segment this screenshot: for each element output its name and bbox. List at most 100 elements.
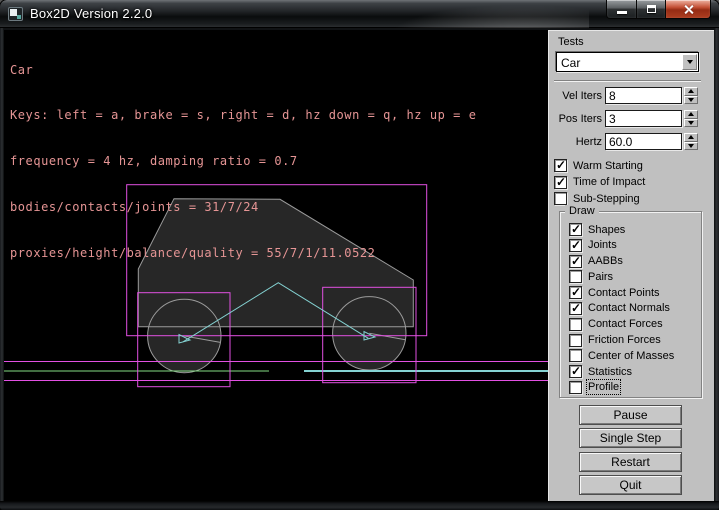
checkbox-pairs[interactable]: ✓ Pairs [569,270,674,283]
maximize-icon [647,5,656,13]
tests-dropdown-value: Car [561,56,580,70]
tests-dropdown[interactable]: Car [556,52,699,72]
checkbox-label: Joints [588,239,617,251]
check-mark-icon: ✓ [556,175,566,189]
checkbox-box[interactable]: ✓ [569,318,582,331]
pos-iters-input[interactable]: 3 [605,110,682,127]
checkbox-box[interactable]: ✓ [569,255,582,268]
pos-iters-up-button[interactable] [684,110,698,119]
draw-group-title: Draw [565,205,599,217]
app-window: Box2D Version 2.2.0 [0,0,719,510]
checkbox-label: Shapes [588,224,625,236]
stat-line-frequency: frequency = 4 hz, damping ratio = 0.7 [10,154,476,169]
hertz-label: Hertz [549,136,605,148]
debug-stats-text: Car Keys: left = a, brake = s, right = d… [10,32,476,292]
title-bar[interactable]: Box2D Version 2.2.0 [0,0,719,28]
hertz-row: Hertz 60.0 [549,133,698,150]
action-buttons: Pause Single Step Restart Quit [579,405,682,499]
checkbox-box[interactable]: ✓ [569,270,582,283]
checkbox-aabbs[interactable]: ✓ AABBs [569,255,674,268]
chevron-down-icon [687,60,693,64]
caption-buttons [606,0,711,19]
vel-iters-down-button[interactable] [684,96,698,105]
window-border-bottom [0,501,719,510]
checkbox-contact-normals[interactable]: ✓ Contact Normals [569,302,674,315]
stat-line-title: Car [10,63,476,78]
checkbox-statistics[interactable]: ✓ Statistics [569,365,674,378]
checkbox-box[interactable]: ✓ [569,349,582,362]
checkbox-box[interactable]: ✓ [554,176,567,189]
checkbox-label: Statistics [588,366,632,378]
checkbox-label: Sub-Stepping [573,193,640,205]
minimize-button[interactable] [606,0,637,19]
hertz-up-button[interactable] [684,133,698,142]
pos-iters-row: Pos Iters 3 [549,110,698,127]
checkbox-profile[interactable]: ✓ Profile [569,381,674,394]
check-mark-icon: ✓ [571,285,581,299]
quit-button[interactable]: Quit [579,475,682,495]
checkbox-sub-stepping[interactable]: ✓ Sub-Stepping [554,192,640,205]
client-area: Car Keys: left = a, brake = s, right = d… [4,30,714,501]
simulation-canvas[interactable]: Car Keys: left = a, brake = s, right = d… [4,30,548,501]
checkbox-box[interactable]: ✓ [554,159,567,172]
checkbox-box[interactable]: ✓ [569,302,582,315]
app-icon [8,7,23,21]
checkbox-shapes[interactable]: ✓ Shapes [569,223,674,236]
pos-iters-label: Pos Iters [549,113,605,125]
check-mark-icon: ✓ [571,222,581,236]
pause-button[interactable]: Pause [579,405,682,425]
close-button[interactable] [666,0,711,19]
checkbox-label: Center of Masses [588,350,674,362]
checkbox-center-of-masses[interactable]: ✓ Center of Masses [569,349,674,362]
hertz-input[interactable]: 60.0 [605,133,682,150]
draw-options: ✓ Shapes ✓ Joints ✓ AABBs ✓ Pairs [569,223,674,397]
checkbox-contact-points[interactable]: ✓ Contact Points [569,286,674,299]
stat-line-keys: Keys: left = a, brake = s, right = d, hz… [10,108,476,123]
checkbox-label: Friction Forces [588,334,661,346]
checkbox-box[interactable]: ✓ [569,239,582,252]
restart-button[interactable]: Restart [579,452,682,472]
checkbox-label: AABBs [588,255,623,267]
maximize-button[interactable] [637,0,666,19]
checkbox-joints[interactable]: ✓ Joints [569,239,674,252]
checkbox-box[interactable]: ✓ [569,334,582,347]
vel-iters-row: Vel Iters 8 [549,87,698,104]
window-border-right [714,28,719,501]
check-mark-icon: ✓ [571,364,581,378]
hertz-stepper [684,133,698,150]
vel-iters-up-button[interactable] [684,87,698,96]
arrow-up-icon [688,135,694,139]
titlebar-gloss [369,0,589,28]
control-panel: Tests Car Vel Iters 8 Pos I [548,30,714,501]
checkbox-contact-forces[interactable]: ✓ Contact Forces [569,318,674,331]
arrow-down-icon [688,144,694,148]
checkbox-box[interactable]: ✓ [569,286,582,299]
vel-iters-label: Vel Iters [549,90,605,102]
check-mark-icon: ✓ [571,238,581,252]
close-icon [683,4,694,15]
vel-iters-input[interactable]: 8 [605,87,682,104]
checkbox-label: Contact Normals [588,302,670,314]
checkbox-warm-starting[interactable]: ✓ Warm Starting [554,159,643,172]
dropdown-arrow-button[interactable] [682,54,697,70]
checkbox-box[interactable]: ✓ [569,381,582,394]
window-title: Box2D Version 2.2.0 [30,6,152,21]
checkbox-label: Warm Starting [573,160,643,172]
checkbox-time-of-impact[interactable]: ✓ Time of Impact [554,176,645,189]
checkbox-label: Time of Impact [573,176,645,188]
draw-group: Draw ✓ Shapes ✓ Joints ✓ AABBs [559,211,702,398]
iteration-spinners: Vel Iters 8 Pos Iters 3 Hert [549,87,698,156]
checkbox-box[interactable]: ✓ [569,365,582,378]
arrow-up-icon [688,112,694,116]
hertz-down-button[interactable] [684,142,698,151]
pos-iters-down-button[interactable] [684,119,698,128]
single-step-button[interactable]: Single Step [579,428,682,448]
checkbox-label: Contact Forces [588,318,663,330]
arrow-down-icon [688,121,694,125]
checkbox-box[interactable]: ✓ [554,192,567,205]
separator-line [554,80,701,82]
checkbox-friction-forces[interactable]: ✓ Friction Forces [569,334,674,347]
checkbox-label: Contact Points [588,287,660,299]
minimize-icon [617,11,627,14]
checkbox-box[interactable]: ✓ [569,223,582,236]
